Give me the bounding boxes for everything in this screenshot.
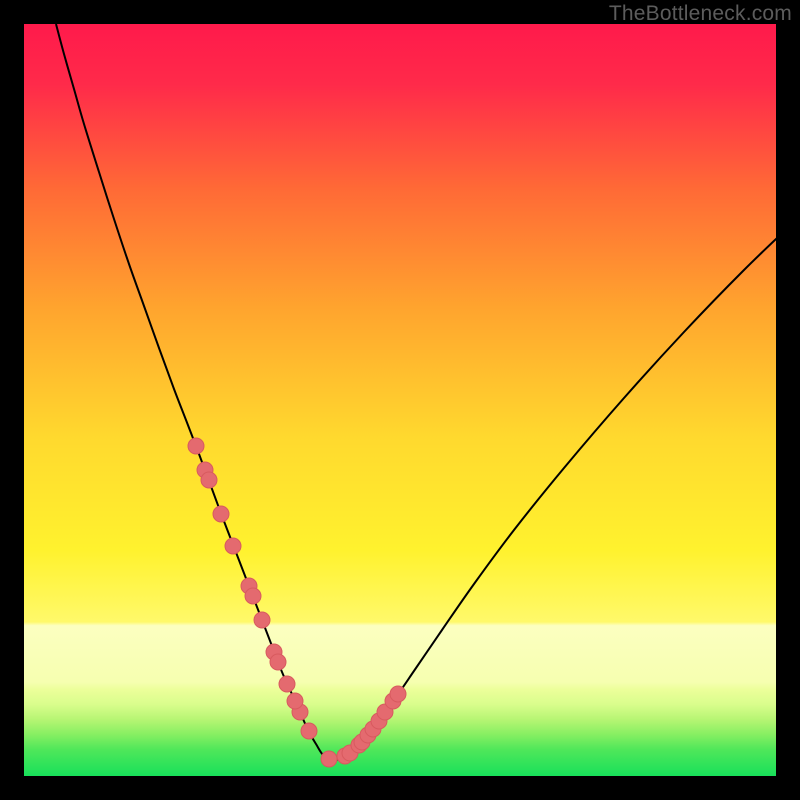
curve-marker xyxy=(301,723,317,739)
curve-marker xyxy=(390,686,406,702)
curve-marker xyxy=(270,654,286,670)
curve-marker xyxy=(213,506,229,522)
bottleneck-chart xyxy=(24,24,776,776)
curve-marker xyxy=(201,472,217,488)
curve-marker xyxy=(321,751,337,767)
curve-marker xyxy=(188,438,204,454)
curve-marker xyxy=(254,612,270,628)
curve-marker xyxy=(245,588,261,604)
watermark-label: TheBottleneck.com xyxy=(609,2,792,26)
gradient-background xyxy=(24,24,776,776)
chart-frame xyxy=(24,24,776,776)
curve-marker xyxy=(279,676,295,692)
curve-marker xyxy=(287,693,303,709)
curve-marker xyxy=(225,538,241,554)
